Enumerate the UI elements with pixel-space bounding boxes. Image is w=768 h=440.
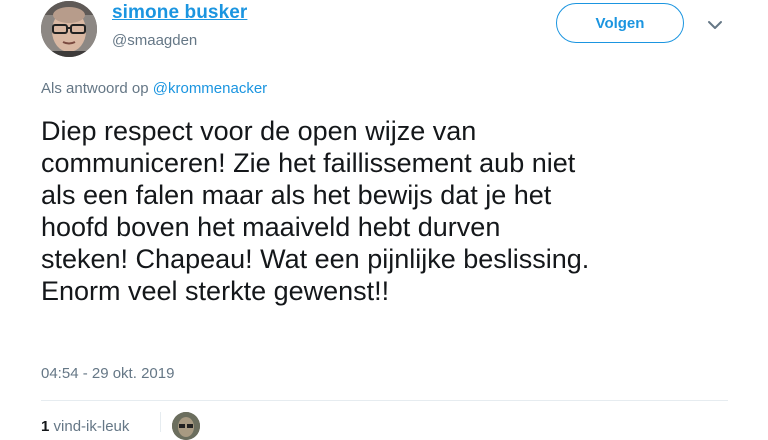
liker-avatar[interactable] (172, 412, 200, 440)
tweet-text-line: steken! Chapeau! Wat een pijnlijke besli… (41, 244, 590, 274)
liker-avatar-photo (172, 412, 200, 440)
divider (41, 400, 728, 401)
reply-context: Als antwoord op @krommenacker (41, 80, 267, 97)
follow-button[interactable]: Volgen (556, 3, 684, 43)
tweet-text-line: hoofd boven het maaiveld hebt durven (41, 212, 501, 242)
author-display-name[interactable]: simone busker (112, 2, 247, 24)
stats-divider (160, 412, 161, 432)
like-count: 1 (41, 418, 50, 435)
tweet-timestamp[interactable]: 04:54 - 29 okt. 2019 (41, 365, 174, 382)
avatar-photo (41, 1, 97, 57)
tweet-text-line: communiceren! Zie het faillissement aub … (41, 148, 576, 178)
chevron-down-icon[interactable] (704, 14, 726, 36)
tweet-text: Diep respect voor de open wijze van comm… (41, 115, 741, 307)
author-handle: @smaagden (112, 32, 198, 49)
reply-context-prefix: Als antwoord op (41, 80, 149, 97)
likes-stat[interactable]: 1 vind-ik-leuk (41, 418, 129, 435)
like-label: vind-ik-leuk (53, 418, 130, 435)
reply-mention-link[interactable]: @krommenacker (153, 80, 267, 97)
tweet-text-line: als een falen maar als het bewijs dat je… (41, 180, 552, 210)
tweet-text-line: Diep respect voor de open wijze van (41, 116, 477, 146)
tweet-text-line: Enorm veel sterkte gewenst!! (41, 276, 390, 306)
author-avatar[interactable] (41, 1, 97, 57)
